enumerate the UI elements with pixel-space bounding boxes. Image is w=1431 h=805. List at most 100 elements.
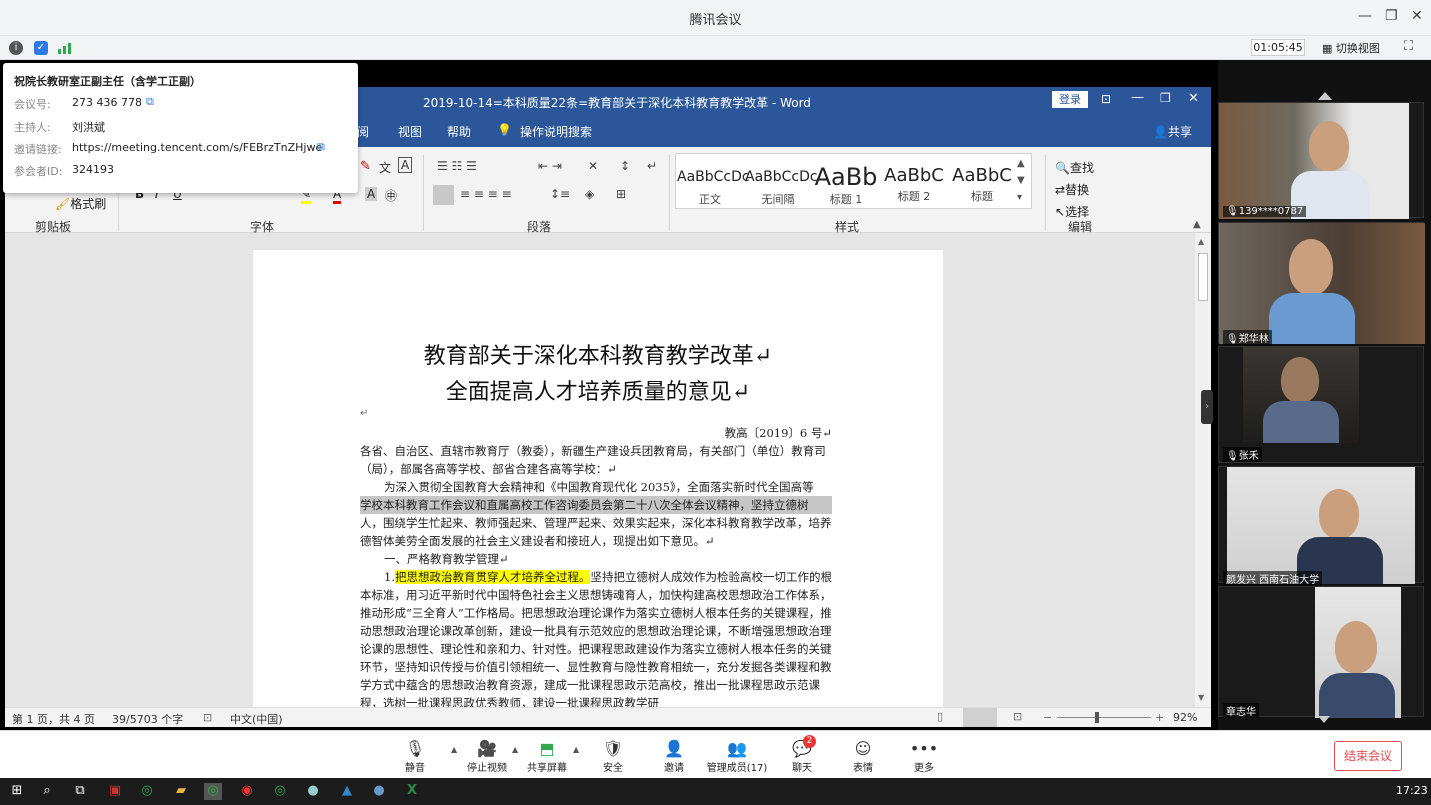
zoom-slider-thumb[interactable] [1095, 712, 1099, 723]
signal-icon[interactable] [58, 42, 72, 54]
app-icon-6[interactable]: ● [370, 783, 388, 800]
char-border-icon[interactable]: A [398, 157, 413, 173]
char-shading-icon[interactable]: A [365, 187, 378, 201]
video-tile-2[interactable]: 🎙郑华林 [1218, 222, 1425, 345]
line-spacing-icon[interactable]: ↕≡ [550, 187, 570, 201]
folder-icon[interactable]: ▰ [172, 783, 190, 800]
tencent-meeting-icon[interactable]: ◎ [204, 783, 222, 800]
style-heading2[interactable]: AaBbC 标题 2 [881, 163, 947, 215]
bullets-icon[interactable]: ☰ ☷ ☰ [437, 159, 477, 173]
style-title[interactable]: AaBbC 标题 [949, 163, 1015, 215]
more-button[interactable]: ••• 更多 [894, 739, 954, 774]
word-minimize-icon[interactable]: — [1131, 90, 1144, 105]
find-button[interactable]: 🔍查找 [1055, 159, 1094, 176]
borders-icon[interactable]: ⊞ [616, 187, 626, 201]
video-tile-5[interactable]: 章志华 [1218, 586, 1424, 718]
scroll-thumb[interactable] [1198, 253, 1208, 301]
stop-video-button[interactable]: 🎥 停止视频 [457, 739, 517, 774]
security-button[interactable]: 🛡 安全 [583, 739, 643, 774]
excel-icon[interactable]: X [403, 783, 421, 800]
styles-scroll-icon[interactable]: ▲ ▼ ▾ [1017, 155, 1025, 206]
print-layout-icon[interactable] [963, 708, 997, 727]
gallery-toggle-icon[interactable]: › [1201, 390, 1213, 424]
vertical-scrollbar[interactable]: ▲ ▼ [1195, 233, 1211, 707]
share-screen-button[interactable]: ⬒ 共享屏幕 [517, 739, 577, 774]
stop-video-label: 停止视频 [467, 763, 507, 774]
zoom-level[interactable]: 92% [1173, 711, 1197, 724]
reactions-button[interactable]: ☺ 表情 [833, 739, 893, 774]
tab-help[interactable]: 帮助 [447, 123, 471, 140]
shield-icon[interactable]: ✓ [34, 41, 48, 55]
format-painter-button[interactable]: 🖌格式刷 [55, 195, 106, 212]
zoom-out-icon[interactable]: − [1043, 711, 1052, 724]
invite-link[interactable]: https://meeting.tencent.com/s/FEBrzTnZHj… [72, 141, 322, 154]
gallery-up-icon[interactable] [1318, 92, 1332, 100]
scroll-down-icon[interactable]: ▼ [1198, 693, 1204, 702]
share-options-chevron-icon[interactable]: ▲ [573, 745, 579, 754]
search-icon[interactable]: ⌕ [38, 783, 56, 800]
manage-members-button[interactable]: 👥 管理成员(17) [697, 739, 777, 774]
replace-button[interactable]: ⇄替换 [1055, 181, 1089, 198]
fullscreen-icon[interactable]: ⛶ [1404, 39, 1413, 54]
replace-icon: ⇄ [1055, 183, 1066, 197]
restore-icon[interactable]: ❐ [1385, 8, 1398, 24]
invite-button[interactable]: 👤 邀请 [644, 739, 704, 774]
language[interactable]: 中文(中国) [230, 711, 283, 727]
app-icon-1[interactable]: ▣ [106, 783, 124, 800]
doc-paragraph-2: 为深入贯彻全国教育大会精神和《中国教育现代化 2035》，全面落实新时代全国高等… [360, 478, 832, 550]
windows-start-icon[interactable]: ⊞ [8, 783, 26, 800]
phonetic-icon[interactable]: 文 [379, 159, 391, 176]
cursor-icon: ↖ [1055, 205, 1066, 219]
proofing-icon[interactable]: ⊡ [203, 711, 212, 724]
video-tile-3[interactable]: 🎙张禾 [1218, 346, 1424, 463]
app-icon-5[interactable]: ▲ [338, 783, 356, 800]
task-view-icon[interactable]: ⧉ [71, 783, 89, 800]
word-count[interactable]: 39/5703 个字 [112, 711, 183, 727]
copy-link-icon[interactable]: ⧉ [317, 140, 325, 154]
align-buttons-icon[interactable]: ≡ ≡ ≡ ≡ [460, 187, 512, 201]
asian-layout-icon[interactable]: ✕ [588, 159, 598, 173]
style-heading2-preview: AaBbC [884, 165, 944, 186]
scroll-up-icon[interactable]: ▲ [1198, 237, 1204, 246]
zoom-slider[interactable] [1057, 717, 1151, 718]
switch-view-button[interactable]: ▦ 切换视图 [1322, 40, 1380, 56]
tell-me-search[interactable]: 操作说明搜索 [520, 123, 592, 140]
app-icon-4[interactable]: ◎ [271, 783, 289, 800]
show-marks-icon[interactable]: ↵ [647, 159, 657, 173]
collapse-ribbon-icon[interactable]: ▲ [1193, 219, 1201, 230]
tab-view[interactable]: 视图 [398, 123, 422, 140]
word-restore-icon[interactable]: ❐ [1160, 91, 1171, 105]
app-icon-3[interactable]: ◉ [238, 783, 256, 800]
app-icon-2[interactable]: ◎ [138, 783, 156, 800]
style-no-spacing[interactable]: AaBbCcDc 无间隔 [745, 163, 818, 215]
mute-button[interactable]: 🎙 静音 [385, 739, 445, 774]
copy-icon[interactable]: ⧉ [146, 95, 154, 109]
chat-button[interactable]: 💬 聊天 [772, 739, 832, 774]
tab-review[interactable]: 阅 [357, 123, 369, 140]
info-icon[interactable]: i [9, 41, 23, 55]
style-normal[interactable]: AaBbCcDc 正文 [677, 163, 750, 215]
shading-icon[interactable]: ◈ [585, 187, 594, 201]
enclose-char-icon[interactable]: ㊥ [385, 187, 397, 204]
web-layout-icon[interactable]: ⊡ [1013, 710, 1022, 723]
zoom-in-icon[interactable]: + [1155, 711, 1164, 724]
indent-icon[interactable]: ⇤ ⇥ [538, 159, 562, 173]
login-button[interactable]: 登录 [1052, 91, 1088, 108]
clear-format-icon[interactable]: ✎ [360, 159, 371, 174]
share-button[interactable]: 👤共享 [1153, 123, 1192, 140]
document-page[interactable]: 教育部关于深化本科教育教学改革↵ 全面提高人才培养质量的意见↵ ↵ 教高〔201… [253, 250, 943, 707]
align-left-icon[interactable] [433, 185, 454, 205]
video-tile-1[interactable]: 🎙139****0787 [1218, 102, 1424, 219]
gallery-down-icon[interactable] [1318, 716, 1330, 723]
end-meeting-button[interactable]: 结束会议 [1334, 741, 1402, 771]
ribbon-display-icon[interactable]: ⊡ [1101, 92, 1111, 106]
sort-icon[interactable]: ↕ [620, 159, 630, 173]
video-tile-4[interactable]: 颜发兴 西南石油大学 [1218, 466, 1424, 586]
style-heading1[interactable]: AaBb 标题 1 [813, 163, 879, 215]
page-count[interactable]: 第 1 页，共 4 页 [12, 711, 95, 727]
word-close-icon[interactable]: ✕ [1188, 91, 1199, 106]
browser-icon[interactable]: ● [304, 783, 322, 800]
minimize-icon[interactable]: — [1358, 8, 1372, 24]
close-icon[interactable]: ✕ [1411, 8, 1423, 24]
read-mode-icon[interactable]: ▯ [937, 710, 943, 723]
